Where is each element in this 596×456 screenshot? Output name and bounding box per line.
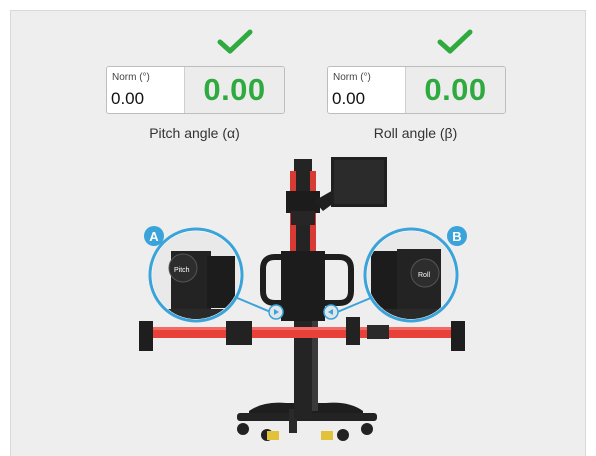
roll-sensor-callout: Roll B xyxy=(323,226,467,323)
calibration-panel: Norm (°) 0.00 0.00 Norm (°) 0.00 0.00 Pi… xyxy=(10,10,586,456)
marker-a-label: A xyxy=(149,229,159,244)
calibration-stand-illustration: Pitch A Roll B xyxy=(139,157,467,441)
marker-b-label: B xyxy=(452,229,461,244)
pitch-lens-label: Pitch xyxy=(174,267,190,274)
roll-lens-label: Roll xyxy=(418,272,431,279)
